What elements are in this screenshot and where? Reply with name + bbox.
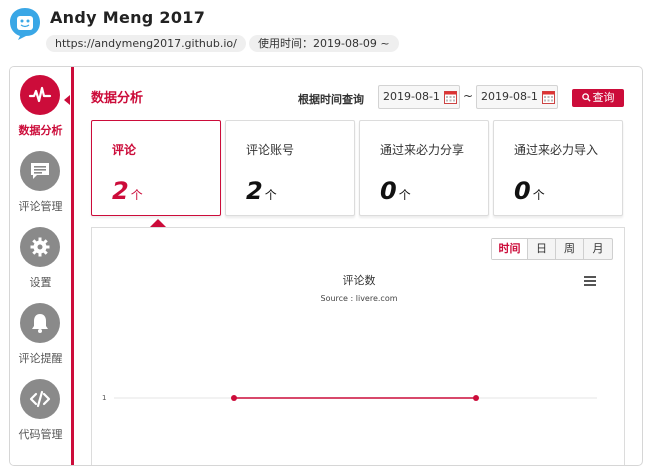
chart-subtitle: Source : livere.com — [320, 294, 398, 303]
app-title: Andy Meng 2017 — [50, 8, 206, 27]
page-title: 数据分析 — [91, 91, 144, 106]
chart-container: 1 时间 日 周 月 评论数 Source : livere.com — [91, 227, 625, 465]
comment-icon — [31, 163, 49, 179]
query-button[interactable]: 查询 — [572, 89, 624, 107]
chart-title: 评论数 — [342, 274, 376, 287]
hamburger-menu-icon[interactable] — [584, 276, 596, 286]
stat-card-shares[interactable]: 通过来必力分享 0个 — [359, 120, 489, 216]
active-indicator — [64, 95, 70, 105]
card-label: 评论 — [112, 143, 137, 157]
sidebar-item-analytics[interactable]: 数据分析 — [10, 67, 71, 141]
card-value: 0个 — [514, 177, 545, 205]
card-value: 2个 — [112, 177, 143, 205]
card-label: 通过来必力分享 — [380, 143, 465, 157]
tab-day[interactable]: 日 — [528, 239, 556, 259]
search-icon — [581, 93, 591, 102]
active-card-indicator — [150, 219, 166, 227]
sidebar-item-code[interactable]: 代码管理 — [10, 371, 71, 445]
data-point[interactable] — [231, 395, 237, 401]
sidebar-item-comments[interactable]: 评论管理 — [10, 143, 71, 217]
gear-icon — [30, 237, 50, 257]
stat-card-accounts[interactable]: 评论账号 2个 — [225, 120, 355, 216]
app-header: Andy Meng 2017 https://andymeng2017.gith… — [0, 0, 646, 64]
date-from-input[interactable]: 2019-08-1 — [378, 85, 460, 109]
tab-week[interactable]: 周 — [556, 239, 584, 259]
calendar-icon[interactable] — [444, 90, 457, 104]
calendar-icon[interactable] — [542, 90, 555, 104]
range-tabs: 时间 日 周 月 — [491, 238, 613, 260]
sidebar-item-label: 数据分析 — [18, 124, 63, 137]
card-value: 2个 — [246, 177, 277, 205]
code-icon — [29, 390, 51, 408]
bell-icon — [32, 314, 48, 333]
sidebar: 数据分析 评论管理 设置 评论提醒 代码管理 — [10, 67, 74, 465]
tab-month[interactable]: 月 — [584, 239, 612, 259]
sidebar-item-label: 代码管理 — [18, 428, 63, 441]
y-tick-label: 1 — [102, 394, 106, 402]
stat-card-comments[interactable]: 评论 2个 — [91, 120, 221, 216]
sidebar-item-label: 评论管理 — [18, 200, 63, 213]
stat-card-imports[interactable]: 通过来必力导入 0个 — [493, 120, 623, 216]
data-point[interactable] — [473, 395, 479, 401]
date-query-label: 根据时间查询 — [298, 93, 364, 106]
line-chart: 1 — [102, 394, 597, 402]
sidebar-item-notifications[interactable]: 评论提醒 — [10, 295, 71, 369]
pulse-icon — [28, 86, 52, 103]
site-url-link[interactable]: https://andymeng2017.github.io/ — [46, 35, 246, 52]
date-to-input[interactable]: 2019-08-1 — [476, 85, 558, 109]
usage-time-badge: 使用时间：2019-08-09 ~ — [249, 35, 399, 52]
sidebar-item-settings[interactable]: 设置 — [10, 219, 71, 293]
sidebar-item-label: 设置 — [29, 276, 52, 289]
card-label: 通过来必力导入 — [514, 143, 599, 157]
card-value: 0个 — [380, 177, 411, 205]
date-range-separator: ~ — [463, 89, 474, 103]
sidebar-item-label: 评论提醒 — [18, 352, 63, 365]
dashboard-panel: 数据分析 评论管理 设置 评论提醒 代码管理 数据分析 根据时间查询 2019-… — [9, 66, 643, 466]
livere-logo-icon — [10, 8, 40, 40]
tab-time[interactable]: 时间 — [492, 239, 528, 259]
card-label: 评论账号 — [246, 143, 295, 157]
